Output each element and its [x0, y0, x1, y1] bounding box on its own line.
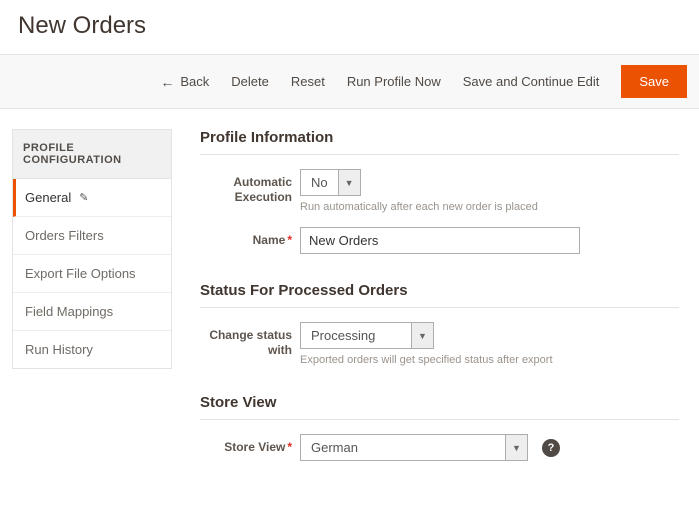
page-title: New Orders	[0, 0, 699, 54]
chevron-down-icon: ▼	[412, 322, 434, 349]
run-profile-button[interactable]: Run Profile Now	[347, 74, 441, 89]
sidebar-item-label: Export File Options	[25, 266, 136, 281]
name-label: Name*	[200, 227, 300, 248]
pencil-icon: ✎	[79, 191, 88, 204]
store-view-select[interactable]: German ▼	[300, 434, 528, 461]
chevron-down-icon: ▼	[339, 169, 361, 196]
sidebar: PROFILE CONFIGURATION General ✎ Orders F…	[12, 129, 172, 489]
automatic-execution-hint: Run automatically after each new order i…	[300, 201, 679, 213]
arrow-left-icon: ←	[160, 75, 174, 89]
change-status-hint: Exported orders will get specified statu…	[300, 354, 679, 366]
select-value: No	[300, 169, 339, 196]
delete-button[interactable]: Delete	[231, 74, 269, 89]
help-icon[interactable]: ?	[542, 439, 560, 457]
automatic-execution-select[interactable]: No ▼	[300, 169, 361, 196]
back-button[interactable]: ← Back	[160, 74, 209, 89]
select-value: Processing	[300, 322, 412, 349]
name-input[interactable]	[300, 227, 580, 254]
sidebar-title: PROFILE CONFIGURATION	[12, 129, 172, 179]
required-asterisk: *	[287, 440, 292, 454]
section-title: Profile Information	[200, 129, 679, 155]
required-asterisk: *	[287, 233, 292, 247]
sidebar-item-field-mappings[interactable]: Field Mappings	[13, 293, 171, 331]
store-view-label: Store View*	[200, 434, 300, 455]
section-title: Status For Processed Orders	[200, 282, 679, 308]
change-status-label: Change status with	[200, 322, 300, 358]
change-status-select[interactable]: Processing ▼	[300, 322, 434, 349]
section-store-view: Store View Store View* German ▼ ?	[200, 394, 679, 461]
sidebar-item-export-file-options[interactable]: Export File Options	[13, 255, 171, 293]
sidebar-item-label: Orders Filters	[25, 228, 104, 243]
save-button[interactable]: Save	[621, 65, 687, 98]
toolbar: ← Back Delete Reset Run Profile Now Save…	[0, 54, 699, 109]
reset-button[interactable]: Reset	[291, 74, 325, 89]
sidebar-item-label: General	[25, 190, 71, 205]
section-title: Store View	[200, 394, 679, 420]
sidebar-item-orders-filters[interactable]: Orders Filters	[13, 217, 171, 255]
automatic-execution-label: Automatic Execution	[200, 169, 300, 205]
section-status-processed-orders: Status For Processed Orders Change statu…	[200, 282, 679, 366]
sidebar-item-run-history[interactable]: Run History	[13, 331, 171, 368]
sidebar-item-general[interactable]: General ✎	[13, 179, 171, 217]
sidebar-item-label: Run History	[25, 342, 93, 357]
section-profile-information: Profile Information Automatic Execution …	[200, 129, 679, 254]
back-label: Back	[180, 74, 209, 89]
chevron-down-icon: ▼	[506, 434, 528, 461]
content: Profile Information Automatic Execution …	[200, 129, 687, 489]
save-continue-button[interactable]: Save and Continue Edit	[463, 74, 600, 89]
select-value: German	[300, 434, 506, 461]
sidebar-item-label: Field Mappings	[25, 304, 113, 319]
